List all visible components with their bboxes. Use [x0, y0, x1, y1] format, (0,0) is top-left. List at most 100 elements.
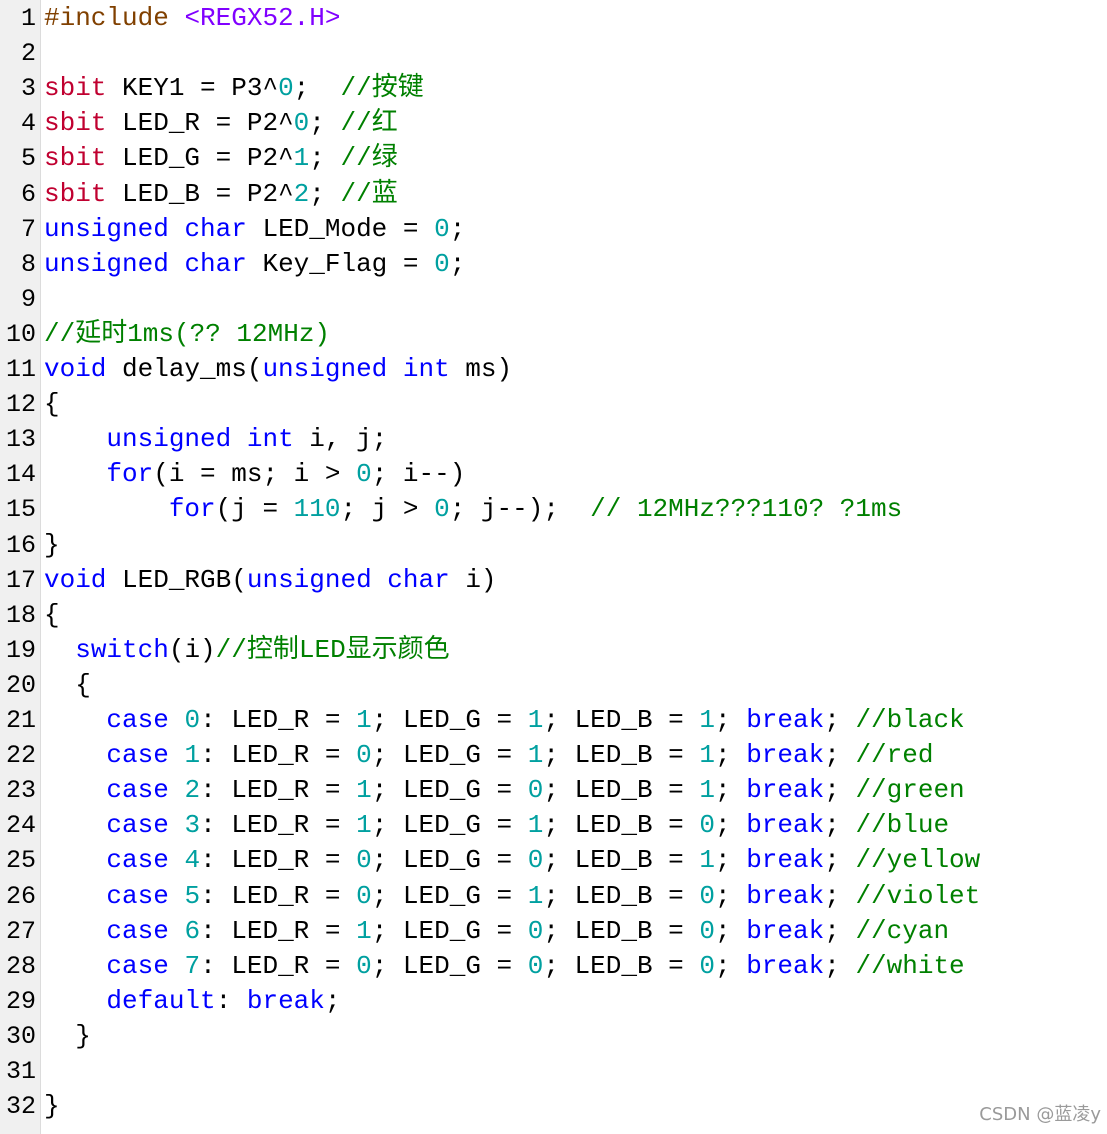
code-token: void: [44, 354, 107, 384]
code-token: int: [402, 354, 450, 384]
code-token: i): [449, 564, 497, 595]
code-text: void LED_RGB(unsigned char i): [44, 563, 497, 598]
code-token: i, j;: [293, 424, 388, 455]
code-line: 24 case 3: LED_R = 1; LED_G = 1; LED_B =…: [0, 808, 1107, 843]
code-token: ; LED_B =: [543, 775, 700, 806]
code-line: 9: [0, 282, 1107, 317]
code-token: //black: [855, 705, 965, 735]
code-token: 3: [184, 810, 201, 841]
code-token: unsigned: [44, 248, 169, 279]
code-token: 1: [293, 143, 310, 174]
line-number: 28: [5, 951, 36, 981]
code-token: ; LED_B =: [543, 705, 700, 735]
line-number: 4: [20, 109, 36, 139]
code-token: LED_R = P2^: [106, 108, 294, 139]
code-token: case: [106, 740, 169, 771]
code-token: case: [106, 880, 169, 911]
code-token: 0: [356, 880, 372, 911]
code-token: sbit: [44, 178, 107, 209]
code-token: //蓝: [340, 178, 398, 209]
code-token: ;: [714, 880, 747, 911]
line-number: 3: [20, 74, 36, 104]
code-token: ; LED_B =: [543, 810, 700, 841]
code-text: case 4: LED_R = 0; LED_G = 0; LED_B = 1;…: [44, 843, 980, 878]
code-token: unsigned: [246, 564, 372, 595]
code-token: 0: [293, 108, 310, 139]
code-line: 20 {: [0, 668, 1107, 703]
code-text: sbit LED_G = P2^1; //绿: [44, 141, 398, 176]
line-number: 25: [5, 846, 36, 876]
code-text: }: [44, 1019, 91, 1054]
code-token: : LED_R =: [200, 880, 357, 911]
code-text: {: [44, 598, 60, 633]
code-token: 0: [527, 950, 544, 981]
code-token: ; i--): [371, 459, 466, 490]
code-token: //blue: [855, 810, 950, 841]
line-number: 22: [5, 741, 36, 771]
code-text: unsigned int i, j;: [44, 422, 387, 457]
code-editor[interactable]: 1 #include <REGX52.H> 2 3 sbit KEY1 = P3^0; …: [0, 0, 1107, 1134]
line-number: 30: [5, 1021, 36, 1051]
code-token: 5: [184, 880, 201, 911]
code-line: 3 sbit KEY1 = P3^0; //按键: [0, 71, 1107, 106]
code-token: for: [106, 459, 154, 490]
code-token: 0: [434, 494, 450, 525]
code-token: ; LED_G =: [371, 915, 528, 946]
code-token: ;: [824, 775, 856, 806]
code-token: break: [746, 880, 825, 911]
code-token: sbit: [44, 108, 107, 139]
code-token: break: [746, 915, 825, 946]
code-token: LED_RGB(: [106, 564, 247, 595]
code-token: 0: [278, 73, 294, 104]
code-token: : LED_R =: [200, 845, 357, 876]
code-token: ; LED_B =: [543, 880, 700, 911]
code-token: ;: [449, 248, 466, 279]
code-line: 12 {: [0, 387, 1107, 422]
code-token: : LED_R =: [200, 740, 357, 771]
code-token: LED_G = P2^: [106, 143, 294, 174]
code-token: switch: [75, 634, 169, 665]
code-token: char: [184, 248, 247, 279]
code-token: ; LED_B =: [543, 915, 700, 946]
code-token: ;: [714, 810, 747, 841]
code-token: 0: [527, 845, 544, 876]
code-token: 0: [356, 740, 372, 771]
code-token: 1: [527, 705, 544, 735]
code-token: break: [746, 810, 825, 841]
code-line: 31: [0, 1054, 1107, 1089]
code-token: {: [44, 599, 60, 630]
code-token: 1: [699, 775, 715, 806]
code-token: KEY1 = P3^: [106, 73, 279, 104]
code-line: 6 sbit LED_B = P2^2; //蓝: [0, 177, 1107, 212]
line-number: 14: [5, 460, 36, 490]
code-token: 7: [184, 950, 201, 981]
code-token: ; LED_G =: [371, 705, 528, 735]
code-token: 0: [434, 248, 450, 279]
code-line: 23 case 2: LED_R = 1; LED_G = 0; LED_B =…: [0, 773, 1107, 808]
code-token: ; j--);: [449, 494, 591, 525]
code-line: 14 for(i = ms; i > 0; i--): [0, 457, 1107, 492]
code-token: 1: [356, 775, 372, 806]
code-line: 22 case 1: LED_R = 0; LED_G = 1; LED_B =…: [0, 738, 1107, 773]
code-token: sbit: [44, 73, 107, 104]
code-token: 0: [527, 915, 544, 946]
code-token: default: [106, 985, 216, 1016]
code-line: 2: [0, 36, 1107, 71]
code-token: 1: [699, 740, 715, 771]
code-text: }: [44, 1089, 60, 1124]
code-token: 1: [699, 845, 715, 876]
code-token: 1: [527, 810, 544, 841]
code-token: 1: [356, 810, 372, 841]
code-text: void delay_ms(unsigned int ms): [44, 352, 512, 387]
code-token: 1: [527, 740, 544, 771]
line-number: 1: [20, 4, 36, 33]
code-token: //控制LED显示颜色: [215, 634, 450, 665]
line-number: 19: [5, 635, 36, 665]
